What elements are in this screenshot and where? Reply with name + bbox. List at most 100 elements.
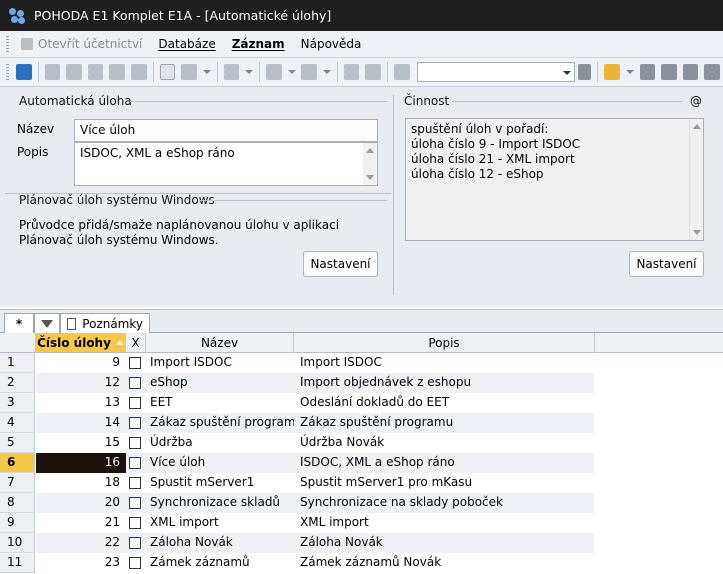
- print-settings-icon[interactable]: [130, 64, 147, 80]
- tool-icon[interactable]: [682, 64, 699, 80]
- row-number[interactable]: 3: [0, 393, 35, 413]
- table-row[interactable]: 8 20 Synchronizace skladů Synchronizace na …: [0, 493, 723, 513]
- print-icon[interactable]: [66, 64, 82, 80]
- scroll-up-icon[interactable]: [693, 124, 701, 129]
- tool-icon[interactable]: [704, 64, 721, 80]
- column-header-number[interactable]: Číslo úlohy: [36, 333, 126, 353]
- menu-open-accounting[interactable]: Otevřít účetnictví: [13, 37, 150, 51]
- x-checkbox[interactable]: [129, 437, 141, 449]
- table-row[interactable]: 11 23 Zámek záznamů Zámek záznamů Novák: [0, 553, 723, 573]
- x-checkbox[interactable]: [129, 417, 141, 429]
- toolbar-separator: [152, 62, 154, 82]
- row-number[interactable]: 9: [0, 513, 35, 533]
- task-number-cell: 20: [104, 495, 120, 509]
- tab-filter[interactable]: [34, 313, 60, 334]
- row-number[interactable]: 10: [0, 533, 35, 553]
- description-field[interactable]: ISDOC, XML a eShop ráno: [74, 142, 378, 186]
- row-number[interactable]: 2: [0, 373, 35, 393]
- table-row[interactable]: 5 15 Údržba Údržba Novák: [0, 433, 723, 453]
- filter-funnel-icon[interactable]: [577, 64, 592, 80]
- back-dropdown-icon[interactable]: [287, 64, 296, 80]
- scroll-down-icon[interactable]: [693, 230, 701, 235]
- tool-icon[interactable]: [661, 64, 677, 80]
- save-icon[interactable]: [343, 64, 360, 80]
- task-name-cell: Údržba: [150, 435, 193, 449]
- tool-icon[interactable]: [639, 64, 656, 80]
- gear-icon[interactable]: [301, 64, 317, 80]
- scheduler-settings-button[interactable]: Nastavení: [303, 251, 378, 277]
- table-row[interactable]: 2 12 eShop Import objednávek z eshopu: [0, 373, 723, 393]
- menu-record[interactable]: Záznam: [224, 37, 293, 51]
- x-checkbox[interactable]: [129, 397, 141, 409]
- chevron-down-icon[interactable]: [560, 63, 574, 81]
- row-number[interactable]: 5: [0, 433, 35, 453]
- title-bar: POHODA E1 Komplet E1A - [Automatické úlo…: [0, 0, 723, 31]
- table-row[interactable]: 6 16 Více úloh ISDOC, XML a eShop ráno: [0, 453, 723, 473]
- menu-database-label: Databáze: [158, 37, 216, 51]
- folder-dropdown-icon[interactable]: [625, 64, 634, 80]
- x-checkbox[interactable]: [129, 477, 141, 489]
- table-row[interactable]: 7 18 Spustit mServer1 Spustit mServer1 pro …: [0, 473, 723, 493]
- column-header-name[interactable]: Název: [146, 333, 294, 353]
- activity-line: úloha číslo 12 - eShop: [411, 167, 544, 181]
- folder-icon[interactable]: [604, 64, 620, 80]
- scroll-down-icon[interactable]: [366, 175, 374, 180]
- tab-all[interactable]: *: [4, 313, 34, 334]
- task-description-cell: Záloha Novák: [300, 535, 383, 549]
- table-row[interactable]: 3 13 EET Odeslání dokladů do EET: [0, 393, 723, 413]
- row-number[interactable]: 7: [0, 473, 35, 493]
- section-divider: [452, 101, 682, 102]
- table-row[interactable]: 1 9 Import ISDOC Import ISDOC: [0, 353, 723, 373]
- x-checkbox[interactable]: [129, 377, 141, 389]
- clipboard-icon[interactable]: [393, 64, 410, 80]
- save-as-icon[interactable]: [365, 64, 381, 80]
- filter-combo[interactable]: [416, 62, 575, 82]
- row-number[interactable]: 6: [0, 453, 35, 473]
- layout-toggle-icon[interactable]: [15, 64, 32, 80]
- x-checkbox[interactable]: [129, 517, 141, 529]
- x-checkbox[interactable]: [129, 357, 141, 369]
- column-header-number-label: Číslo úlohy: [37, 335, 111, 350]
- tab-notes[interactable]: Poznámky: [60, 313, 150, 334]
- task-name-cell: Více úloh: [150, 455, 206, 469]
- menu-database[interactable]: Databáze: [150, 37, 223, 51]
- task-name-cell: Synchronizace skladů: [150, 495, 281, 509]
- grid-icon[interactable]: [223, 64, 240, 80]
- table-row[interactable]: 10 22 Záloha Novák Záloha Novák: [0, 533, 723, 553]
- row-number[interactable]: 8: [0, 493, 35, 513]
- row-number[interactable]: 11: [0, 553, 35, 573]
- activity-scrollbar[interactable]: [689, 119, 703, 240]
- toolbar-separator: [597, 62, 599, 82]
- x-checkbox[interactable]: [129, 497, 141, 509]
- tasks-table: Číslo úlohy X Název Popis 1 9 Import ISDOC…: [0, 333, 723, 574]
- column-header-description[interactable]: Popis: [294, 333, 595, 353]
- name-field[interactable]: Více úloh: [74, 119, 378, 142]
- menu-help[interactable]: Nápověda: [293, 37, 370, 51]
- toolbar-separator: [386, 62, 388, 82]
- scroll-up-icon[interactable]: [366, 148, 374, 153]
- table-row[interactable]: 9 21 XML import XML import: [0, 513, 723, 533]
- x-checkbox[interactable]: [129, 537, 141, 549]
- column-header-x[interactable]: X: [126, 333, 146, 353]
- activity-field[interactable]: spuštění úloh v pořadí: úloha číslo 9 - …: [405, 118, 704, 241]
- x-checkbox[interactable]: [129, 557, 141, 569]
- menu-open-accounting-label: Otevřít účetnictví: [38, 37, 143, 51]
- edit-icon[interactable]: [181, 64, 197, 80]
- edit-dropdown-icon[interactable]: [202, 64, 211, 80]
- x-checkbox[interactable]: [129, 457, 141, 469]
- preview-icon[interactable]: [87, 64, 104, 80]
- document-icon: [67, 318, 77, 330]
- export-icon[interactable]: [109, 64, 125, 80]
- copy-record-icon[interactable]: [44, 64, 61, 80]
- task-description-cell: Údržba Novák: [300, 435, 385, 449]
- row-number[interactable]: 1: [0, 353, 35, 373]
- back-arrow-icon[interactable]: [265, 64, 282, 80]
- grid-dropdown-icon[interactable]: [245, 64, 253, 80]
- gear-dropdown-icon[interactable]: [322, 64, 331, 80]
- description-scrollbar[interactable]: [363, 143, 377, 185]
- new-record-icon[interactable]: [159, 64, 176, 80]
- table-row[interactable]: 4 14 Zákaz spuštění programu Zákaz spuštění…: [0, 413, 723, 433]
- row-number[interactable]: 4: [0, 413, 35, 433]
- task-number-cell: 12: [104, 375, 120, 389]
- activity-settings-button[interactable]: Nastavení: [629, 251, 704, 277]
